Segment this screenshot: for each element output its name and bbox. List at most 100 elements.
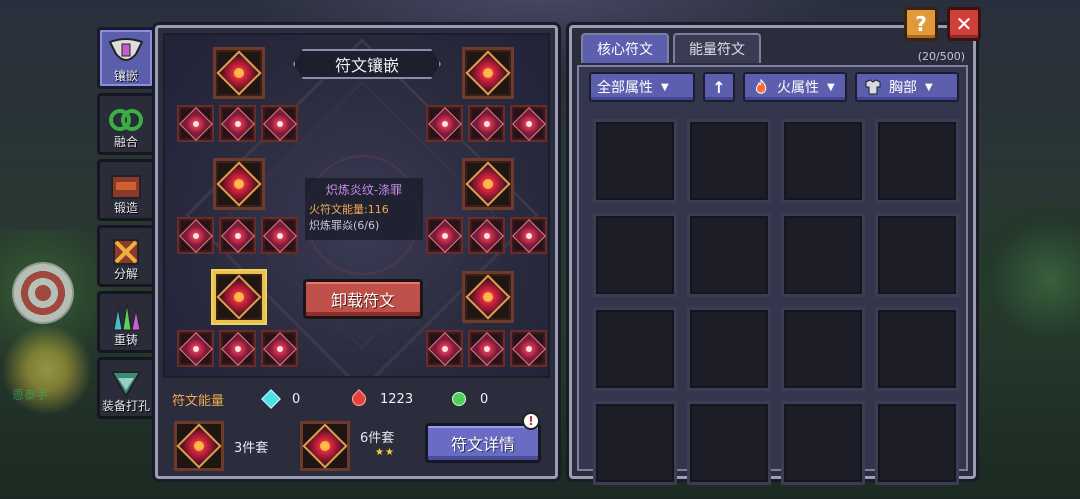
core-rune-slot[interactable] <box>213 47 265 99</box>
unequip-rune-button[interactable]: 卸载符文 <box>303 279 423 319</box>
background-glow <box>2 320 92 420</box>
fire-rune-icon <box>465 274 511 320</box>
tab-recast[interactable]: 重铸 <box>97 291 155 353</box>
core-rune-slot[interactable] <box>462 158 514 210</box>
core-rune-slot[interactable] <box>462 271 514 323</box>
set-bonus-3-slot[interactable] <box>174 421 224 471</box>
fire-rune-icon <box>176 423 222 469</box>
tab-core-runes[interactable]: 核心符文 <box>581 33 669 63</box>
fire-rune-icon <box>262 218 297 253</box>
energy-rune-slot[interactable] <box>468 217 505 254</box>
inventory-slot[interactable] <box>593 401 677 485</box>
inventory-slot[interactable] <box>875 119 959 203</box>
rune-tooltip: 炽炼炎纹-涤罪 火符文能量:116 炽炼罪焱(6/6) <box>305 178 423 240</box>
rune-inventory-grid <box>593 119 959 485</box>
tab-drill[interactable]: 装备打孔 <box>97 357 155 419</box>
inventory-slot[interactable] <box>875 213 959 297</box>
fire-rune-icon <box>262 106 297 141</box>
energy-rune-slot[interactable] <box>426 330 463 367</box>
fire-rune-icon <box>216 50 262 96</box>
energy-rune-slot[interactable] <box>426 105 463 142</box>
inventory-slot[interactable] <box>593 213 677 297</box>
fire-rune-icon <box>220 331 255 366</box>
fire-rune-icon <box>220 106 255 141</box>
tab-energy-runes[interactable]: 能量符文 <box>673 33 761 63</box>
rune-socket-panel: 符文镶嵌 炽炼炎纹-涤罪 火符文能量:116 炽炼罪焱(6/6) 卸载符文 符文… <box>155 25 558 479</box>
fire-icon <box>751 77 771 97</box>
fire-rune-icon <box>427 331 462 366</box>
inventory-slot[interactable] <box>593 307 677 391</box>
tab-label: 融合 <box>113 135 138 149</box>
rune-details-button[interactable]: 符文详情 <box>425 423 541 463</box>
fire-rune-icon <box>469 106 504 141</box>
inventory-slot[interactable] <box>781 213 865 297</box>
background-character-name: 恩泰手 <box>12 388 49 402</box>
energy-rune-slot[interactable] <box>177 330 214 367</box>
tab-label: 重铸 <box>113 333 138 347</box>
rune-set: 炽炼罪焱(6/6) <box>309 219 380 232</box>
energy-rune-slot[interactable] <box>219 330 256 367</box>
fire-energy-icon <box>349 389 369 409</box>
nature-energy-value: 0 <box>480 391 489 407</box>
energy-rune-slot[interactable] <box>219 105 256 142</box>
energy-rune-slot[interactable] <box>426 217 463 254</box>
inventory-slot[interactable] <box>687 401 771 485</box>
energy-rune-slot[interactable] <box>468 105 505 142</box>
tab-socket[interactable]: 镶嵌 <box>97 27 155 89</box>
inventory-slot[interactable] <box>593 119 677 203</box>
fire-rune-icon <box>465 161 511 207</box>
background-target <box>12 262 74 324</box>
energy-rune-slot[interactable] <box>261 217 298 254</box>
attribute-filter-dropdown[interactable]: 全部属性 ▼ <box>589 72 695 102</box>
core-rune-slot-selected[interactable] <box>213 271 265 323</box>
energy-rune-slot[interactable] <box>177 217 214 254</box>
tab-fusion[interactable]: 融合 <box>97 93 155 155</box>
energy-rune-slot[interactable] <box>261 330 298 367</box>
inventory-slot[interactable] <box>687 213 771 297</box>
energy-rune-slot[interactable] <box>261 105 298 142</box>
inventory-slot[interactable] <box>781 307 865 391</box>
nature-energy-icon <box>449 389 469 409</box>
ice-energy-value: 0 <box>292 391 301 407</box>
attribute-filter-label: 全部属性 <box>597 80 653 96</box>
fire-rune-icon <box>465 50 511 96</box>
chevron-down-icon: ▼ <box>827 81 835 93</box>
fire-rune-icon <box>262 331 297 366</box>
energy-rune-slot[interactable] <box>510 105 547 142</box>
inventory-slot[interactable] <box>781 401 865 485</box>
set-bonus-6-slot[interactable] <box>300 421 350 471</box>
chevron-down-icon: ▼ <box>925 81 933 93</box>
energy-rune-slot[interactable] <box>177 105 214 142</box>
fire-rune-icon <box>511 106 546 141</box>
ice-energy-icon <box>261 389 281 409</box>
inventory-slot[interactable] <box>781 119 865 203</box>
inventory-slot[interactable] <box>875 401 959 485</box>
fire-rune-icon <box>302 423 348 469</box>
inventory-tabs: 核心符文 能量符文 <box>581 33 765 65</box>
sort-direction-button[interactable]: ↑ <box>703 72 735 102</box>
inventory-slot[interactable] <box>687 307 771 391</box>
set-stars: ★★ <box>375 447 395 458</box>
close-button[interactable]: ✕ <box>947 7 981 41</box>
slot-filter-dropdown[interactable]: 胸部 ▼ <box>855 72 959 102</box>
fire-energy-value: 1223 <box>380 391 414 407</box>
set-bonus-row: 3件套 6件套 ★★ 符文详情 ! <box>170 412 550 473</box>
energy-rune-slot[interactable] <box>468 330 505 367</box>
inventory-slot[interactable] <box>687 119 771 203</box>
tab-forge[interactable]: 锻造 <box>97 159 155 221</box>
fire-rune-icon <box>216 161 262 207</box>
core-rune-slot[interactable] <box>462 47 514 99</box>
energy-rune-slot[interactable] <box>510 330 547 367</box>
energy-rune-slot[interactable] <box>219 217 256 254</box>
rune-name: 炽炼炎纹-涤罪 <box>325 183 403 197</box>
tab-dismantle[interactable]: 分解 <box>97 225 155 287</box>
element-filter-dropdown[interactable]: 火属性 ▼ <box>743 72 847 102</box>
up-arrow-icon: ↑ <box>712 77 726 97</box>
element-filter-label: 火属性 <box>777 80 819 96</box>
inventory-slot[interactable] <box>875 307 959 391</box>
help-button[interactable]: ? <box>904 7 938 41</box>
energy-rune-slot[interactable] <box>510 217 547 254</box>
core-rune-slot[interactable] <box>213 158 265 210</box>
tab-label: 装备打孔 <box>101 399 150 413</box>
chevron-down-icon: ▼ <box>661 81 669 93</box>
